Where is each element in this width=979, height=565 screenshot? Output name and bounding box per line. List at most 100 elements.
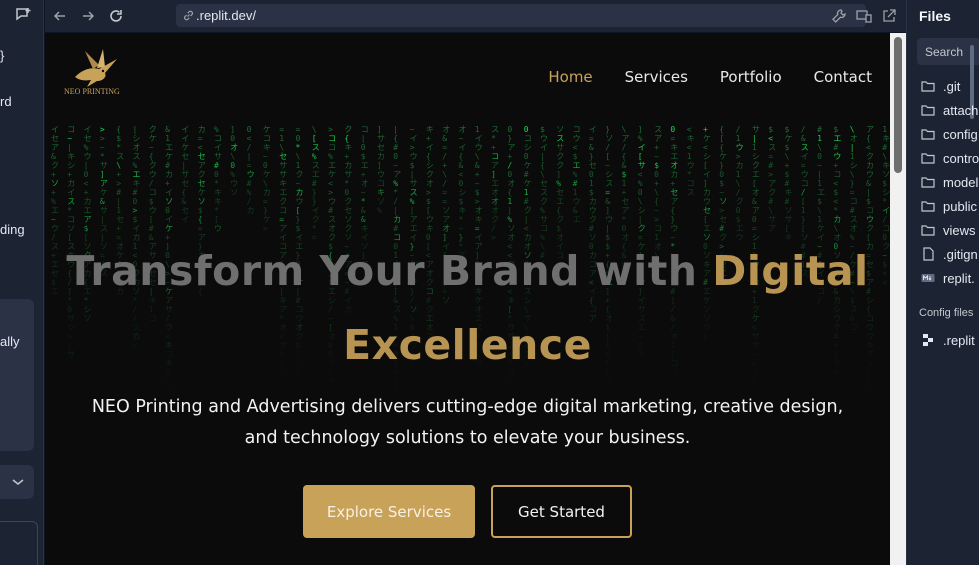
matrix-glyph: | (393, 125, 398, 134)
matrix-glyph: ] (638, 125, 643, 134)
nav-services-link[interactable]: Services (625, 68, 688, 86)
devices-icon[interactable] (855, 7, 873, 25)
reload-icon[interactable] (107, 7, 125, 25)
matrix-glyph: ソ (344, 215, 352, 224)
matrix-glyph: キ (214, 188, 222, 197)
matrix-glyph: 1 (882, 125, 887, 134)
matrix-glyph: カ (84, 197, 92, 206)
matrix-glyph: + (507, 152, 512, 161)
matrix-glyph: ク (540, 197, 548, 206)
matrix-glyph: } (263, 206, 268, 215)
url-bar[interactable]: .replit.dev/ (176, 4, 866, 27)
devtools-wrench-icon[interactable] (830, 7, 848, 25)
matrix-glyph: セ (181, 179, 189, 188)
file-tree-item[interactable]: .gitign (921, 244, 978, 264)
matrix-glyph: ~ (393, 161, 398, 170)
matrix-glyph: セ (116, 215, 124, 224)
matrix-glyph: ウ (605, 215, 613, 224)
matrix-glyph: 1 (507, 197, 512, 206)
matrix-glyph: $ (296, 224, 301, 233)
matrix-glyph: エ (312, 170, 320, 179)
matrix-glyph: ~ (654, 152, 659, 161)
chevron-down-icon (12, 479, 24, 485)
preview-scrollbar[interactable] (890, 33, 906, 565)
file-tree-label: .gitign (943, 246, 978, 262)
matrix-glyph: ス (801, 143, 809, 152)
matrix-glyph: \ (279, 143, 284, 152)
matrix-glyph: + (51, 170, 56, 179)
matrix-glyph: = (198, 134, 203, 143)
matrix-glyph: ~ (263, 152, 268, 161)
matrix-glyph: 1 (736, 134, 741, 143)
matrix-glyph: ウ (687, 161, 695, 170)
matrix-glyph: ケ (165, 152, 173, 161)
matrix-glyph: ク (198, 170, 206, 179)
matrix-glyph: $ (426, 197, 431, 206)
matrix-glyph: コ (361, 125, 369, 134)
matrix-glyph: \ (654, 188, 659, 197)
scrollbar-thumb[interactable] (894, 37, 902, 173)
folder-icon (921, 201, 935, 212)
file-tree-item[interactable]: model (921, 172, 978, 192)
nav-home-link[interactable]: Home (548, 68, 592, 86)
matrix-glyph: + (622, 188, 627, 197)
file-tree-item[interactable]: .git (921, 76, 960, 96)
file-tree-item[interactable]: replit. (921, 268, 975, 288)
nav-contact-link[interactable]: Contact (814, 68, 872, 86)
matrix-glyph: [ (426, 206, 431, 215)
replit-icon (923, 334, 933, 346)
file-tree-item[interactable]: views (921, 220, 976, 240)
explore-services-button[interactable]: Explore Services (303, 485, 475, 538)
matrix-glyph: ウ (377, 170, 385, 179)
matrix-glyph: / (882, 215, 887, 224)
matrix-glyph: ケ (263, 170, 271, 179)
matrix-glyph: $ (736, 215, 741, 224)
open-new-tab-icon[interactable] (880, 7, 898, 25)
matrix-glyph: > (768, 170, 773, 179)
matrix-glyph: コ (833, 170, 841, 179)
matrix-glyph: エ (833, 134, 841, 143)
matrix-glyph: # (247, 179, 252, 188)
matrix-glyph: $ (622, 170, 627, 179)
matrix-glyph: カ (67, 179, 75, 188)
matrix-glyph: ク (589, 215, 597, 224)
new-chat-icon[interactable] (14, 6, 32, 24)
file-tree-item[interactable]: .replit (921, 330, 975, 350)
nav-portfolio-link[interactable]: Portfolio (720, 68, 782, 86)
matrix-glyph: * (361, 197, 366, 206)
file-tree-item[interactable]: attach (921, 100, 978, 120)
matrix-glyph: } (312, 188, 317, 197)
back-icon[interactable] (51, 7, 69, 25)
matrix-glyph: ウ (670, 224, 678, 233)
forward-icon[interactable] (79, 7, 97, 25)
folder-icon (921, 225, 935, 236)
matrix-glyph: ク (866, 224, 874, 233)
matrix-glyph: 0 (165, 206, 170, 215)
matrix-glyph: < (833, 197, 838, 206)
matrix-glyph: % (410, 197, 415, 206)
matrix-glyph: < (84, 179, 89, 188)
matrix-glyph: \ (882, 152, 887, 161)
site-nav-links: Home Services Portfolio Contact (548, 68, 872, 86)
matrix-glyph: イ (165, 188, 173, 197)
matrix-glyph: \ (817, 143, 822, 152)
matrix-glyph: ス (312, 161, 320, 170)
chat-input[interactable] (0, 521, 38, 565)
matrix-glyph: ~ (475, 179, 480, 188)
matrix-glyph: 1 (296, 161, 301, 170)
matrix-glyph: | (84, 161, 89, 170)
matrix-glyph: { (181, 188, 186, 197)
file-tree-item[interactable]: config (921, 124, 978, 144)
chat-text-fragment: ding (0, 222, 25, 237)
file-tree-item[interactable]: public (921, 196, 977, 216)
matrix-glyph: + (785, 161, 790, 170)
file-tree-label: views (943, 222, 976, 238)
get-started-button[interactable]: Get Started (491, 485, 632, 538)
matrix-glyph: * (116, 143, 121, 152)
matrix-glyph: ケ (524, 161, 532, 170)
matrix-glyph: < (687, 125, 692, 134)
file-tree-item[interactable]: contro (921, 148, 979, 168)
matrix-glyph: [ (605, 152, 610, 161)
files-search-placeholder: Search (925, 45, 964, 59)
matrix-glyph: コ (540, 224, 548, 233)
